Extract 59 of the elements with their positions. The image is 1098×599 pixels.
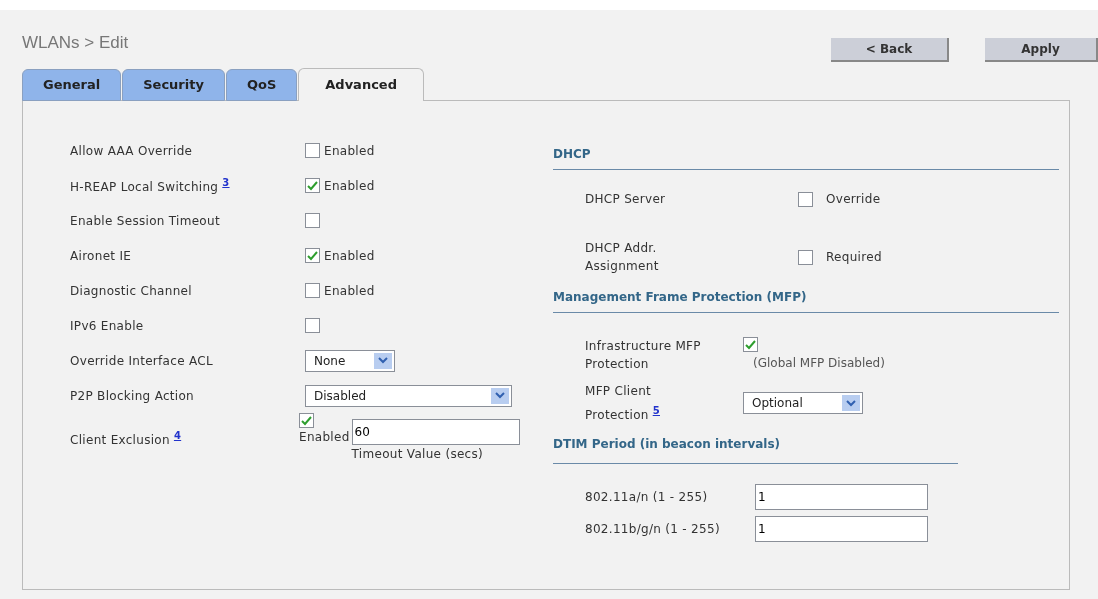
setting-label: DHCP Addr. Assignment <box>585 240 660 275</box>
checkbox[interactable] <box>743 337 758 352</box>
tab[interactable]: QoS <box>225 69 298 101</box>
page-title: WLANs > Edit <box>22 32 129 54</box>
setting-label: Allow AAA Override <box>70 142 194 160</box>
setting-label: H-REAP Local Switching $^{3}$ <box>70 176 231 196</box>
footnote-link[interactable]: 4 <box>173 429 182 441</box>
chevron-down-icon <box>374 352 392 369</box>
checkbox[interactable] <box>305 143 320 158</box>
dropdown[interactable]: None <box>305 349 395 372</box>
option-label: Enabled <box>324 177 375 195</box>
checkbox[interactable] <box>305 318 320 333</box>
dropdown[interactable]: Disabled <box>305 384 512 407</box>
checkmark-icon <box>307 180 318 191</box>
section-heading: DHCP <box>553 145 1059 170</box>
dropdown[interactable]: Optional <box>743 392 863 414</box>
back-button[interactable]: < Back <box>831 38 949 62</box>
checkbox[interactable] <box>299 413 314 428</box>
checkbox[interactable] <box>305 283 320 298</box>
tab[interactable]: Advanced <box>298 68 424 101</box>
option-label: Override <box>826 191 881 208</box>
setting-label: Override Interface ACL <box>70 352 214 370</box>
tab[interactable]: Security <box>122 69 225 101</box>
checkbox[interactable] <box>798 249 813 265</box>
chevron-down-icon <box>842 395 860 411</box>
option-label: Enabled <box>299 429 350 446</box>
setting-label: MFP Client Protection $^{5}$ <box>585 383 661 424</box>
setting-label: Infrastructure MFP Protection <box>585 338 702 373</box>
option-label: Enabled <box>324 142 375 160</box>
setting-label: Aironet IE <box>70 247 133 265</box>
checkbox[interactable] <box>798 191 813 207</box>
option-label: Enabled <box>324 247 375 265</box>
setting-label: P2P Blocking Action <box>70 387 196 405</box>
field-caption: Timeout Value (secs) <box>351 446 485 463</box>
timeout-field[interactable]: 60 <box>351 419 520 445</box>
checkmark-icon <box>307 250 318 261</box>
section-heading: DTIM Period (in beacon intervals) <box>553 435 958 464</box>
status-note: (Global MFP Disabled) <box>753 355 885 372</box>
section-heading: Management Frame Protection (MFP) <box>553 288 1059 313</box>
interval-field[interactable]: 1 <box>755 516 928 542</box>
setting-label: IPv6 Enable <box>70 317 145 335</box>
option-label: Required <box>826 249 882 266</box>
footnote-link[interactable]: 5 <box>652 405 660 416</box>
checkmark-icon <box>745 339 756 350</box>
setting-label: Diagnostic Channel <box>70 282 193 300</box>
setting-label: Enable Session Timeout <box>70 212 221 230</box>
footnote-link[interactable]: 3 <box>222 177 230 188</box>
chevron-down-icon <box>491 387 509 404</box>
apply-button[interactable]: Apply <box>985 38 1098 62</box>
setting-label: 802.11a/n (1 - 255) <box>585 489 709 506</box>
checkbox[interactable] <box>305 178 320 193</box>
interval-field[interactable]: 1 <box>755 484 928 510</box>
checkbox[interactable] <box>305 248 320 263</box>
checkmark-icon <box>301 415 312 426</box>
setting-label: 802.11b/g/n (1 - 255) <box>585 521 721 538</box>
setting-label: DHCP Server <box>585 191 667 208</box>
checkbox[interactable] <box>305 213 320 228</box>
tab[interactable]: General <box>22 69 122 101</box>
option-label: Enabled <box>324 282 375 300</box>
